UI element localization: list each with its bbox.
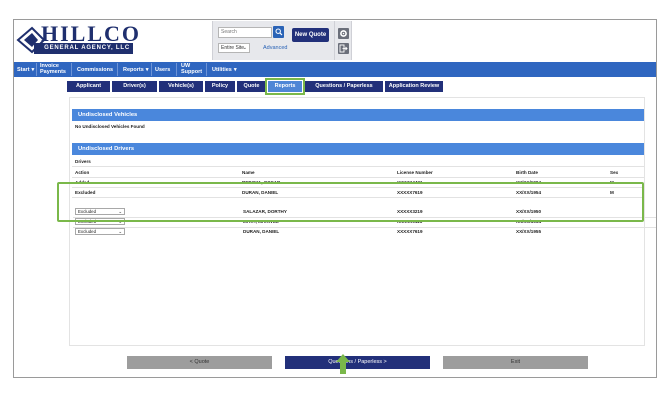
undisclosed-drivers-header: Undisclosed Drivers [72,143,644,155]
column-name: Name [242,170,255,175]
tab-questions-paperless[interactable]: Questions / Paperless [305,81,383,92]
tab-policy[interactable]: Policy [205,81,235,92]
tab-reports[interactable]: Reports [265,78,305,95]
row-name: DURAN, DANIEL [243,229,280,234]
column-sex: Sex [610,170,619,175]
nav-divider [206,63,207,76]
tab-drivers[interactable]: Driver(s) [112,81,157,92]
highlight-annotation [57,182,644,222]
undisclosed-vehicles-header: Undisclosed Vehicles [72,109,644,121]
tab-applicant[interactable]: Applicant [67,81,110,92]
no-vehicles-message: No Undisclosed Vehicles Found [75,124,145,129]
advanced-search-link[interactable]: Advanced [263,45,287,51]
nav-users[interactable]: Users [155,62,170,77]
search-icon [275,28,283,36]
nav-uw-support[interactable]: UW Support [181,62,202,77]
nav-start-label: Start [17,66,30,73]
divider [72,177,644,178]
logout-icon [339,44,348,53]
nav-utilities[interactable]: Utilities ▾ [212,62,237,77]
nav-divider [71,63,72,76]
chevron-down-icon: ▾ [145,66,149,73]
search-input[interactable]: Search [218,27,272,38]
chevron-down-icon: ▾ [233,66,237,73]
nav-divider [117,63,118,76]
nav-commissions-label: Commissions [77,66,114,73]
chevron-down-icon: ⌄ [242,45,247,51]
back-quote-button[interactable]: < Quote [127,356,272,369]
next-questions-button[interactable]: Questions / Paperless > [285,356,430,369]
search-scope-value: Entire Site [221,45,245,51]
arrow-up-icon [336,354,350,374]
drivers-subheader: Drivers [75,159,91,164]
utility-panel [335,21,352,60]
logo-tagline: GENERAL AGENCY, LLC [34,43,133,54]
divider [72,166,644,167]
logo[interactable]: HILLCO GENERAL AGENCY, LLC [16,21,139,56]
column-birth-date: Birth Date [516,170,538,175]
nav-reports-label: Reports [123,66,144,73]
row-birth-date: XX/XX/1955 [516,229,542,234]
header: HILLCO GENERAL AGENCY, LLC Search Entire… [14,20,656,62]
search-scope-select[interactable]: Entire Site ⌄ [218,43,250,53]
nav-start[interactable]: Start ▾ [17,62,34,77]
nav-users-label: Users [155,66,171,73]
row-license: XXXXX7619 [397,229,423,234]
exit-button[interactable]: Exit [443,356,588,369]
action-select-value: Excluded [78,229,97,234]
gear-icon [340,30,347,37]
nav-invoice-label-2: Payments [40,68,66,75]
nav-divider [36,63,37,76]
divider [73,227,656,228]
tab-quote[interactable]: Quote [237,81,266,92]
nav-divider [176,63,177,76]
chevron-down-icon: ▾ [31,66,35,73]
settings-button[interactable] [338,28,349,39]
tab-application-review[interactable]: Application Review [385,81,443,92]
column-action: Action [75,170,90,175]
nav-uw-label-2: Support [181,68,203,75]
nav-invoice-payments[interactable]: Invoice Payments [40,62,66,77]
application-tabs: Applicant Driver(s) Vehicle(s) Policy Qu… [67,78,443,95]
tab-vehicles[interactable]: Vehicle(s) [159,81,203,92]
new-quote-button[interactable]: New Quote [292,28,329,42]
chevron-down-icon: ⌄ [118,229,122,234]
column-license: License Number [397,170,433,175]
nav-divider [151,63,152,76]
nav-utilities-label: Utilities [212,66,232,73]
action-select[interactable]: Excluded ⌄ [75,228,125,235]
search-button[interactable] [273,26,284,38]
nav-reports[interactable]: Reports ▾ [123,62,149,77]
nav-commissions[interactable]: Commissions [77,62,113,77]
search-panel: Search Entire Site ⌄ Advanced New Quote [212,21,335,60]
logout-button[interactable] [338,43,349,54]
main-nav: Start ▾ Invoice Payments Commissions Rep… [14,62,656,77]
